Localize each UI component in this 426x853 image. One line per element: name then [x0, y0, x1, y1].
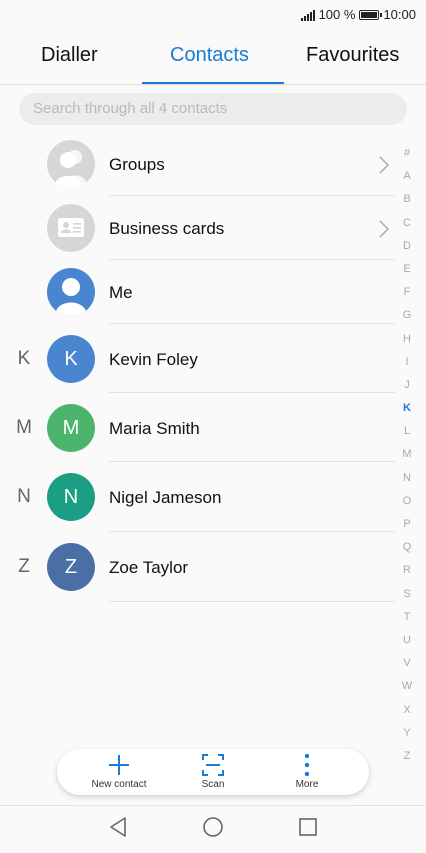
- battery-icon: [359, 9, 383, 20]
- section-letter: K: [17, 348, 31, 369]
- tab-dialler[interactable]: Dialler: [41, 44, 98, 67]
- contact-name: Nigel Jameson: [109, 488, 222, 507]
- more-button[interactable]: More: [257, 749, 357, 795]
- recent-apps-icon[interactable]: [298, 816, 318, 838]
- chevron-right-icon: [379, 220, 389, 238]
- alphabet-index-letter[interactable]: D: [403, 235, 411, 258]
- search-input[interactable]: Search through all 4 contacts: [19, 93, 407, 125]
- alphabet-index-letter[interactable]: I: [405, 351, 408, 374]
- contact-name: Maria Smith: [109, 419, 200, 438]
- status-indicators: 100 % 10:00: [300, 7, 416, 22]
- divider: [109, 531, 395, 532]
- alphabet-index[interactable]: # A B C D E F G H I J K L M N O P Q R S T U V W X Y Z: [398, 142, 416, 768]
- alphabet-index-letter[interactable]: M: [402, 443, 411, 466]
- back-icon[interactable]: [108, 816, 128, 838]
- section-letter: N: [17, 486, 31, 507]
- divider: [109, 461, 395, 462]
- contact-avatar: Z: [47, 543, 95, 591]
- scan-button[interactable]: Scan: [163, 749, 263, 795]
- tab-contacts[interactable]: Contacts: [170, 44, 249, 67]
- business-cards-row[interactable]: Business cards: [0, 204, 395, 260]
- alphabet-index-letter[interactable]: L: [404, 420, 410, 443]
- tab-indicator: [142, 82, 284, 84]
- battery-percentage: 100 %: [318, 7, 356, 22]
- me-label: Me: [109, 283, 133, 302]
- groups-row[interactable]: Groups: [0, 140, 395, 196]
- alphabet-index-letter[interactable]: F: [404, 281, 411, 304]
- alphabet-index-letter[interactable]: A: [403, 165, 410, 188]
- new-contact-button[interactable]: New contact: [69, 749, 169, 795]
- contact-avatar: M: [47, 404, 95, 452]
- groups-icon: [47, 140, 95, 188]
- alphabet-index-letter[interactable]: K: [403, 397, 411, 420]
- alphabet-index-letter[interactable]: R: [403, 559, 411, 582]
- alphabet-index-letter[interactable]: Z: [404, 745, 411, 768]
- contact-avatar: N: [47, 473, 95, 521]
- divider: [109, 392, 395, 393]
- divider: [109, 195, 395, 196]
- section-letter: M: [16, 417, 32, 438]
- me-row[interactable]: Me: [0, 268, 395, 324]
- action-bar: New contact Scan More: [57, 749, 369, 795]
- alphabet-index-letter[interactable]: X: [403, 699, 410, 722]
- alphabet-index-letter[interactable]: E: [403, 258, 410, 281]
- tab-favourites[interactable]: Favourites: [306, 44, 399, 67]
- alphabet-index-letter[interactable]: W: [402, 675, 412, 698]
- signal-icon: [300, 9, 315, 21]
- alphabet-index-letter[interactable]: Q: [403, 536, 412, 559]
- section-letter: Z: [18, 556, 30, 577]
- alphabet-index-letter[interactable]: G: [403, 304, 412, 327]
- alphabet-index-letter[interactable]: B: [403, 188, 410, 211]
- alphabet-index-letter[interactable]: C: [403, 212, 411, 235]
- alphabet-index-letter[interactable]: V: [403, 652, 410, 675]
- alphabet-index-letter[interactable]: O: [403, 490, 412, 513]
- scan-label: Scan: [201, 779, 225, 790]
- clock: 10:00: [383, 7, 416, 22]
- status-bar: 100 % 10:00: [0, 0, 426, 30]
- contact-row[interactable]: Z Z Zoe Taylor: [0, 543, 395, 602]
- plus-icon: [109, 755, 129, 775]
- scan-icon: [202, 754, 224, 776]
- alphabet-index-letter[interactable]: Y: [403, 722, 410, 745]
- chevron-right-icon: [379, 156, 389, 174]
- business-card-icon: [47, 204, 95, 252]
- alphabet-index-letter[interactable]: J: [404, 374, 410, 397]
- contact-name: Zoe Taylor: [109, 558, 189, 577]
- alphabet-index-letter[interactable]: T: [404, 606, 411, 629]
- groups-label: Groups: [109, 155, 165, 174]
- tab-bar: Dialler Contacts Favourites: [0, 30, 426, 85]
- contact-row[interactable]: M M Maria Smith: [0, 404, 395, 462]
- more-label: More: [295, 779, 319, 790]
- contact-row[interactable]: N N Nigel Jameson: [0, 473, 395, 532]
- contact-row[interactable]: K K Kevin Foley: [0, 335, 395, 393]
- alphabet-index-letter[interactable]: S: [403, 583, 410, 606]
- more-vertical-icon: [304, 753, 310, 777]
- alphabet-index-letter[interactable]: #: [404, 142, 410, 165]
- alphabet-index-letter[interactable]: U: [403, 629, 411, 652]
- divider: [109, 259, 395, 260]
- alphabet-index-letter[interactable]: H: [403, 328, 411, 351]
- alphabet-index-letter[interactable]: P: [403, 513, 410, 536]
- divider: [109, 601, 395, 602]
- new-contact-label: New contact: [91, 779, 147, 790]
- business-cards-label: Business cards: [109, 219, 225, 238]
- profile-avatar-icon: [47, 268, 95, 316]
- navigation-bar: [0, 805, 426, 853]
- contact-name: Kevin Foley: [109, 350, 198, 369]
- contact-avatar: K: [47, 335, 95, 383]
- alphabet-index-letter[interactable]: N: [403, 467, 411, 490]
- home-icon[interactable]: [202, 816, 224, 838]
- divider: [109, 323, 395, 324]
